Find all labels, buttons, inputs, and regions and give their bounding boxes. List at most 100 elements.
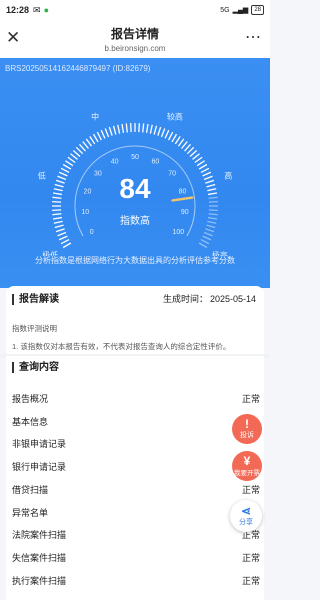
gauge-band-tick xyxy=(55,228,65,233)
invoice-button[interactable]: ¥ 我要开票 xyxy=(232,451,262,481)
gauge-band-tick xyxy=(203,231,213,237)
close-icon[interactable]: ✕ xyxy=(6,29,20,46)
query-row-label: 异常名单 xyxy=(12,507,49,518)
query-row-label: 银行申请记录 xyxy=(12,462,67,473)
gauge-level-label: 较高 xyxy=(167,111,183,121)
gauge-band-tick xyxy=(174,136,181,145)
gauge-band-tick xyxy=(85,138,93,147)
share-icon: ⋖ xyxy=(240,504,252,518)
gauge-band-tick xyxy=(164,129,170,139)
index-explanation-title: 指数评测说明 xyxy=(12,324,57,333)
query-row[interactable]: 执行案件扫描 正常 xyxy=(12,574,260,587)
gauge-band-tick xyxy=(145,123,149,134)
query-row[interactable]: 非银申请记录 xyxy=(12,437,260,450)
gauge-band-tick xyxy=(184,143,192,152)
query-row-status: 正常 xyxy=(241,552,260,563)
gauge-band-tick xyxy=(104,128,110,138)
gauge-band-tick xyxy=(117,124,121,134)
gauge-band-tick xyxy=(125,123,128,133)
complaint-button[interactable]: ! 投诉 xyxy=(232,414,262,444)
signal-icon: ▂▄▆ xyxy=(232,7,249,14)
score-panel: BRS20250514162446879497 (ID:82679) 0 10 20… xyxy=(0,58,270,288)
query-row[interactable]: 异常名单 xyxy=(12,506,260,519)
query-content-card: 查询内容 报告概况 正常 基本信息 非银申请记录 银行申请记录 借贷扫描 正常 异常名单 法院案… xyxy=(6,356,264,600)
invoice-icon: ¥ xyxy=(243,454,251,468)
gauge-band-tick xyxy=(189,149,198,157)
gauge-band-tick xyxy=(67,156,76,164)
gauge-band-tick xyxy=(157,126,162,136)
query-row-label: 非银申请记录 xyxy=(12,439,67,450)
report-id: BRS20250514162446879497 (ID:82679) xyxy=(5,64,151,73)
notification-icon: ✉ xyxy=(33,4,41,15)
query-row-status: 正常 xyxy=(241,394,260,404)
gauge-band-tick xyxy=(112,125,117,135)
gauge-tick-label: 40 xyxy=(111,158,119,165)
gauge-level-label: 中 xyxy=(91,111,99,121)
gauge-band-tick xyxy=(196,160,205,167)
status-bar: 12:28 ✉ ● 5G ▂▄▆ 28 xyxy=(0,0,270,20)
gauge-band-tick xyxy=(60,239,70,245)
title-bar: ✕ 报告详情 b.beironsign.com ⋯ xyxy=(0,20,270,58)
gauge-band-tick xyxy=(142,123,145,133)
clock: 12:28 xyxy=(6,5,30,15)
generation-time: 生成时间： 2025-05-14 xyxy=(161,292,256,305)
shield-icon: ! xyxy=(245,417,249,431)
gauge-band-tick xyxy=(57,231,67,237)
gauge-band-tick xyxy=(62,163,72,170)
gauge-band-tick xyxy=(78,143,86,152)
gauge-band-tick xyxy=(92,133,99,143)
page-domain: b.beironsign.com xyxy=(104,44,166,53)
gauge-band-tick xyxy=(108,126,113,136)
gauge-band-tick xyxy=(60,167,70,173)
gauge-band-tick xyxy=(89,136,96,145)
gauge-band-tick xyxy=(186,146,195,155)
query-row[interactable]: 法院案件扫描 正常 xyxy=(12,528,260,541)
gauge-band-tick xyxy=(200,167,210,173)
gauge-band-tick xyxy=(58,235,68,241)
gauge-tick-label: 50 xyxy=(131,154,139,161)
gauge-band-tick xyxy=(149,124,153,134)
gauge-band-tick xyxy=(153,125,158,135)
query-row[interactable]: 借贷扫描 正常 xyxy=(12,483,260,496)
gauge-band-tick xyxy=(160,128,166,138)
query-row-status: 正常 xyxy=(241,575,260,586)
share-button[interactable]: ⋖ 分享 xyxy=(230,500,262,532)
gauge-tick-label: 60 xyxy=(151,158,159,165)
query-row-label: 执行案件扫描 xyxy=(12,575,67,586)
query-row[interactable]: 银行申请记录 xyxy=(12,460,260,473)
query-row[interactable]: 失信案件扫描 正常 xyxy=(12,551,260,564)
gauge-band-tick xyxy=(168,131,174,141)
query-row-label: 法院案件扫描 xyxy=(12,530,67,541)
battery-icon: 28 xyxy=(251,5,264,15)
query-content-title: 查询内容 xyxy=(12,362,59,373)
query-row[interactable]: 报告概况 正常 xyxy=(12,392,260,405)
report-reading-title: 报告解读 xyxy=(12,294,59,305)
query-row[interactable]: 基本信息 xyxy=(12,415,260,428)
gauge-band-tick xyxy=(177,138,185,147)
gauge-band-tick xyxy=(121,123,125,134)
gauge-band-tick xyxy=(75,146,84,155)
invoice-label: 我要开票 xyxy=(234,470,260,477)
generation-date: 2025-05-14 xyxy=(209,294,256,304)
gauge-band-tick xyxy=(205,228,215,233)
query-row-label: 借贷扫描 xyxy=(12,484,49,495)
wechat-icon: ● xyxy=(43,5,50,15)
score-note: 分析指数是根据网络行为大数据出具的分析评估参考分数 xyxy=(35,256,235,265)
share-label: 分享 xyxy=(239,519,253,526)
network-label: 5G xyxy=(220,6,230,14)
gauge-band-tick xyxy=(181,141,188,149)
gauge-band-tick xyxy=(198,163,208,170)
report-reading-card: 报告解读 生成时间： 2025-05-14 指数评测说明 1. 该指数仅对本报告有… xyxy=(6,286,264,356)
generation-time-label: 生成时间： xyxy=(162,294,208,304)
gauge-band-tick xyxy=(171,133,178,143)
more-options-icon[interactable]: ⋯ xyxy=(245,27,262,47)
gauge-band-tick xyxy=(82,141,89,149)
gauge-band-tick xyxy=(200,239,210,245)
gauge-band-tick xyxy=(192,153,200,160)
gauge-band-tick xyxy=(194,156,203,164)
score-label: 指数高 xyxy=(120,216,150,227)
score-gauge: 0102030405060708090100极低低中 较高高极高 xyxy=(38,111,232,256)
index-explanation-text: 1. 该指数仅对本报告有效，不代表对报告查询人的综合定性评价。 xyxy=(12,342,231,351)
page-title: 报告详情 xyxy=(110,27,159,41)
score-value: 84 xyxy=(119,173,151,204)
